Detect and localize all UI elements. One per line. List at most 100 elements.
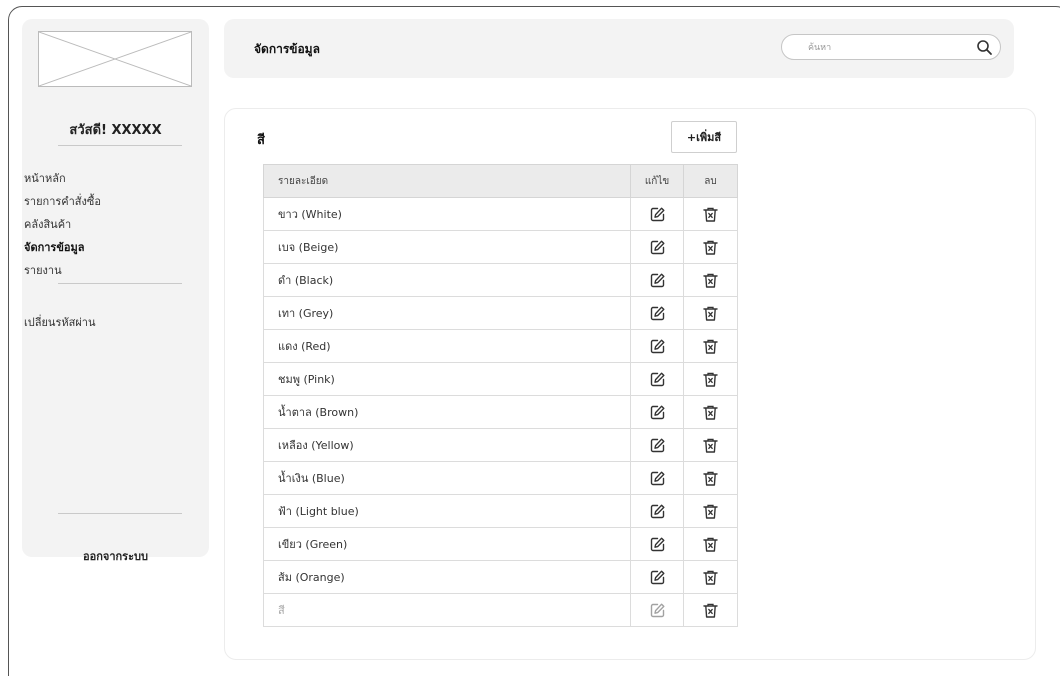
color-table: รายละเอียด แก้ไข ลบ ขาว (White) เบจ (Bei… — [263, 164, 738, 627]
trash-icon[interactable] — [702, 503, 719, 520]
trash-icon[interactable] — [702, 602, 719, 619]
color-name-cell: ฟ้า (Light blue) — [263, 494, 631, 528]
table-row: ขาว (White) — [263, 197, 738, 231]
delete-cell — [683, 362, 738, 396]
edit-icon[interactable] — [649, 602, 666, 619]
edit-icon[interactable] — [649, 371, 666, 388]
color-name-cell: ดำ (Black) — [263, 263, 631, 297]
trash-icon[interactable] — [702, 206, 719, 223]
color-name-cell: เขียว (Green) — [263, 527, 631, 561]
logo-placeholder — [38, 31, 192, 87]
delete-cell — [683, 230, 738, 264]
trash-icon[interactable] — [702, 272, 719, 289]
edit-icon[interactable] — [649, 272, 666, 289]
trash-icon[interactable] — [702, 305, 719, 322]
sidebar-item-orders[interactable]: รายการคำสั่งซื้อ — [24, 190, 204, 213]
edit-cell — [630, 197, 684, 231]
sidebar-item-home[interactable]: หน้าหลัก — [24, 167, 204, 190]
delete-cell — [683, 263, 738, 297]
edit-cell — [630, 593, 684, 627]
table-row: เขียว (Green) — [263, 527, 738, 561]
edit-cell — [630, 461, 684, 495]
table-row: ส้ม (Orange) — [263, 560, 738, 594]
color-name-cell: แดง (Red) — [263, 329, 631, 363]
trash-icon[interactable] — [702, 239, 719, 256]
color-name-cell: เบจ (Beige) — [263, 230, 631, 264]
table-row: น้ำตาล (Brown) — [263, 395, 738, 429]
trash-icon[interactable] — [702, 404, 719, 421]
delete-cell — [683, 527, 738, 561]
edit-cell — [630, 230, 684, 264]
delete-cell — [683, 593, 738, 627]
trash-icon[interactable] — [702, 569, 719, 586]
edit-cell — [630, 362, 684, 396]
column-header-details: รายละเอียด — [263, 164, 631, 198]
edit-icon[interactable] — [649, 305, 666, 322]
sidebar-item-inventory[interactable]: คลังสินค้า — [24, 213, 204, 236]
sidebar-item-reports[interactable]: รายงาน — [24, 259, 204, 282]
table-header-row: รายละเอียด แก้ไข ลบ — [263, 164, 738, 198]
table-row: ดำ (Black) — [263, 263, 738, 297]
trash-icon[interactable] — [702, 536, 719, 553]
delete-cell — [683, 428, 738, 462]
delete-cell — [683, 296, 738, 330]
edit-icon[interactable] — [649, 206, 666, 223]
edit-icon[interactable] — [649, 470, 666, 487]
content-card: สี +เพิ่มสี รายละเอียด แก้ไข ลบ ขาว (Whi… — [224, 108, 1036, 660]
logout-button[interactable]: ออกจากระบบ — [22, 547, 209, 565]
color-name-cell: เหลือง (Yellow) — [263, 428, 631, 462]
table-row: ชมพู (Pink) — [263, 362, 738, 396]
trash-icon[interactable] — [702, 371, 719, 388]
trash-icon[interactable] — [702, 470, 719, 487]
top-header: จัดการข้อมูล — [224, 19, 1014, 78]
edit-cell — [630, 494, 684, 528]
sidebar-nav: หน้าหลัก รายการคำสั่งซื้อ คลังสินค้า จัด… — [24, 167, 204, 282]
add-color-button[interactable]: +เพิ่มสี — [671, 121, 737, 153]
color-name-cell: น้ำเงิน (Blue) — [263, 461, 631, 495]
trash-icon[interactable] — [702, 338, 719, 355]
column-header-edit: แก้ไข — [630, 164, 684, 198]
edit-icon[interactable] — [649, 239, 666, 256]
sidebar: สวัสดี! XXXXX หน้าหลัก รายการคำสั่งซื้อ … — [22, 19, 209, 563]
table-row: ฟ้า (Light blue) — [263, 494, 738, 528]
sidebar-divider — [58, 513, 182, 514]
delete-cell — [683, 560, 738, 594]
color-name-cell: เทา (Grey) — [263, 296, 631, 330]
table-row: น้ำเงิน (Blue) — [263, 461, 738, 495]
search-icon[interactable] — [976, 39, 993, 56]
table-row: เทา (Grey) — [263, 296, 738, 330]
color-name-cell: ส้ม (Orange) — [263, 560, 631, 594]
edit-icon[interactable] — [649, 338, 666, 355]
table-row: แดง (Red) — [263, 329, 738, 363]
page-title: จัดการข้อมูล — [254, 42, 320, 56]
delete-cell — [683, 461, 738, 495]
table-row: เบจ (Beige) — [263, 230, 738, 264]
section-title: สี — [257, 133, 265, 148]
edit-cell — [630, 329, 684, 363]
edit-cell — [630, 395, 684, 429]
edit-icon[interactable] — [649, 437, 666, 454]
color-name-cell: น้ำตาล (Brown) — [263, 395, 631, 429]
edit-icon[interactable] — [649, 404, 666, 421]
search-input[interactable] — [808, 40, 958, 55]
edit-icon[interactable] — [649, 569, 666, 586]
sidebar-item-change-password[interactable]: เปลี่ยนรหัสผ่าน — [24, 311, 95, 334]
edit-icon[interactable] — [649, 503, 666, 520]
column-header-delete: ลบ — [683, 164, 738, 198]
edit-cell — [630, 527, 684, 561]
sidebar-divider — [58, 145, 182, 146]
edit-cell — [630, 263, 684, 297]
edit-cell — [630, 428, 684, 462]
edit-cell — [630, 560, 684, 594]
delete-cell — [683, 395, 738, 429]
color-name-cell: สี — [263, 593, 631, 627]
trash-icon[interactable] — [702, 437, 719, 454]
delete-cell — [683, 329, 738, 363]
search-box — [781, 34, 1001, 60]
sidebar-item-manage-data[interactable]: จัดการข้อมูล — [24, 236, 204, 259]
delete-cell — [683, 494, 738, 528]
edit-icon[interactable] — [649, 536, 666, 553]
delete-cell — [683, 197, 738, 231]
edit-cell — [630, 296, 684, 330]
sidebar-divider — [58, 283, 182, 284]
